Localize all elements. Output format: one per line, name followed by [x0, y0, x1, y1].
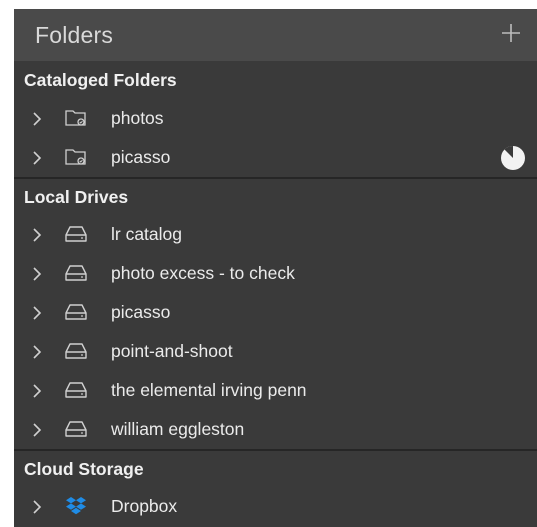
drive-row-elemental-irving-penn[interactable]: the elemental irving penn: [14, 371, 537, 410]
section-header-cataloged-folders: Cataloged Folders: [24, 69, 177, 90]
chevron-right-icon[interactable]: [31, 267, 43, 281]
drive-icon: [65, 304, 87, 320]
section-header-local-drives: Local Drives: [14, 177, 537, 215]
folder-row-photos[interactable]: photos: [14, 99, 537, 138]
chevron-right-icon[interactable]: [31, 151, 43, 165]
drive-label: the elemental irving penn: [111, 380, 307, 400]
drive-label: photo excess - to check: [111, 263, 295, 283]
linked-folder-icon: [65, 110, 86, 126]
drive-row-william-eggleston[interactable]: william eggleston: [14, 410, 537, 449]
plus-icon[interactable]: [499, 21, 523, 45]
drive-row-point-and-shoot[interactable]: point-and-shoot: [14, 332, 537, 371]
chevron-right-icon[interactable]: [31, 112, 43, 126]
drive-icon: [65, 343, 87, 359]
chevron-right-icon[interactable]: [31, 500, 43, 514]
chevron-right-icon[interactable]: [31, 306, 43, 320]
linked-folder-icon: [65, 149, 86, 165]
panel-title: Folders: [35, 21, 114, 48]
drive-row-lr-catalog[interactable]: lr catalog: [14, 215, 537, 254]
folders-panel: Folders Cataloged Folders photos picasso: [14, 9, 537, 527]
panel-header: Folders: [14, 9, 537, 61]
section-header-cloud-storage: Cloud Storage: [14, 449, 537, 487]
drive-row-photo-excess[interactable]: photo excess - to check: [14, 254, 537, 293]
drive-label: william eggleston: [111, 419, 245, 439]
chevron-right-icon[interactable]: [31, 228, 43, 242]
progress-pie-icon: [501, 145, 525, 170]
drive-row-picasso[interactable]: picasso: [14, 293, 537, 332]
folder-label: picasso: [111, 147, 171, 167]
drive-label: picasso: [111, 302, 171, 322]
cloud-label: Dropbox: [111, 496, 178, 516]
drive-label: point-and-shoot: [111, 341, 233, 361]
drive-label: lr catalog: [111, 224, 183, 244]
dropbox-icon: [66, 497, 86, 515]
folder-label: photos: [111, 108, 164, 128]
cloud-row-dropbox[interactable]: Dropbox: [14, 487, 537, 526]
chevron-right-icon[interactable]: [31, 384, 43, 398]
chevron-right-icon[interactable]: [31, 345, 43, 359]
drive-icon: [65, 382, 87, 398]
drive-icon: [65, 226, 87, 242]
drive-icon: [65, 265, 87, 281]
folder-row-picasso[interactable]: picasso: [14, 138, 537, 177]
chevron-right-icon[interactable]: [31, 423, 43, 437]
drive-icon: [65, 421, 87, 437]
